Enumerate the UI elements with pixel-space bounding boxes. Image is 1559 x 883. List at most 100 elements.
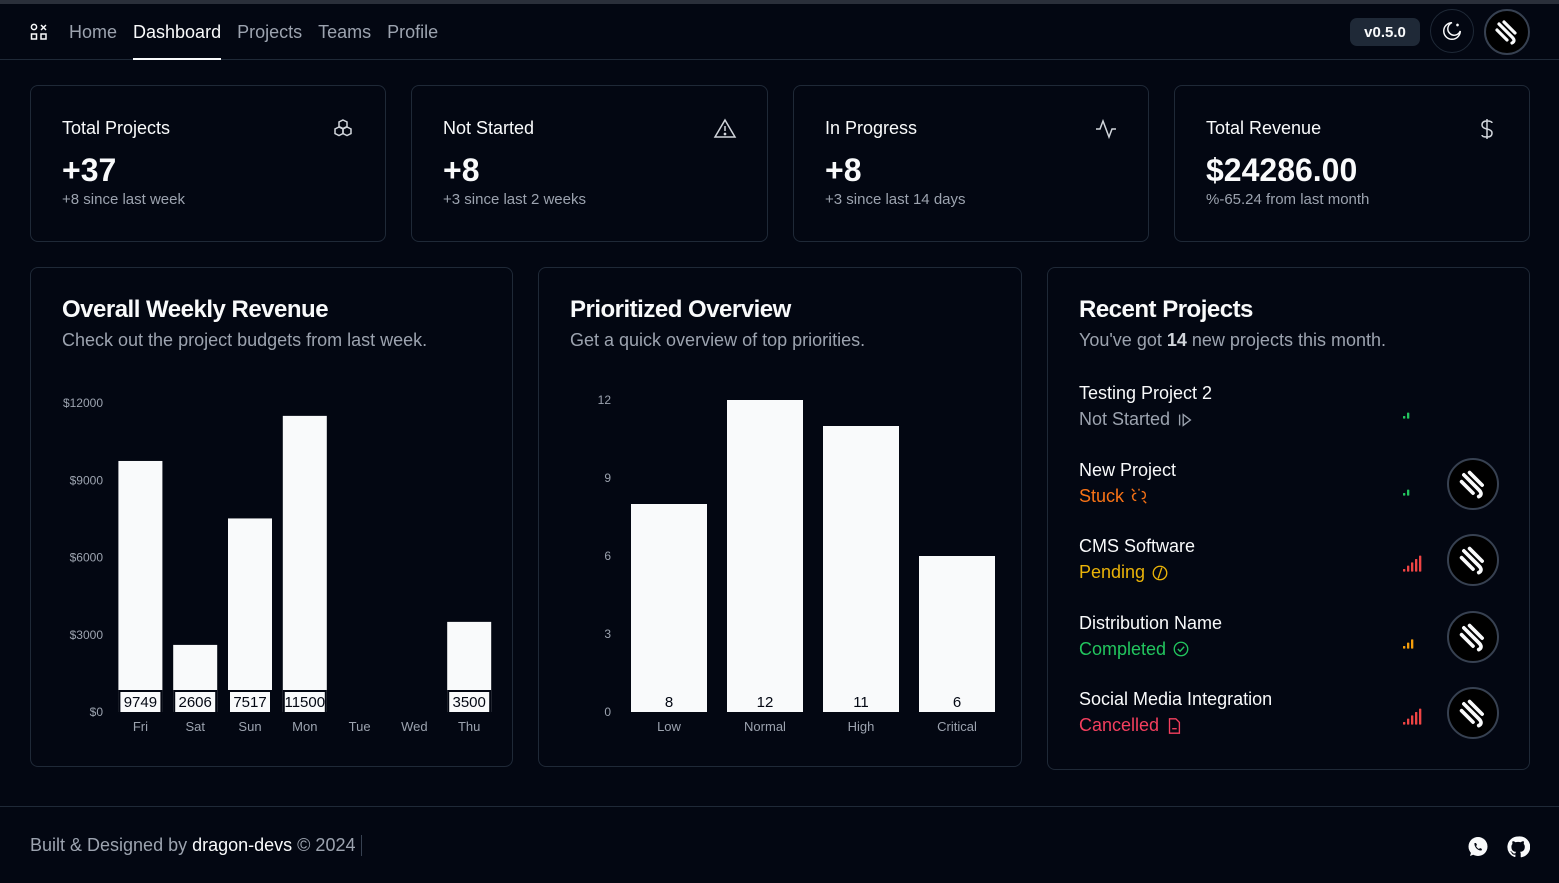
signal-bar	[1407, 412, 1410, 419]
github-icon[interactable]	[1506, 835, 1530, 859]
author-link[interactable]: dragon-devs	[192, 835, 292, 855]
footer-prefix: Built & Designed by	[30, 835, 193, 855]
nav-teams[interactable]: Teams	[318, 4, 371, 60]
stat-subtext: +3 since last 2 weeks	[443, 191, 586, 208]
signal-bar	[1407, 489, 1410, 496]
signal-bar	[1415, 559, 1418, 572]
brand-logo-icon	[1459, 470, 1484, 498]
signal-bar	[1411, 638, 1414, 649]
project-name: Testing Project 2	[1079, 383, 1213, 403]
stat-subtext: %-65.24 from last month	[1206, 191, 1370, 208]
assignee-avatar[interactable]	[1447, 687, 1499, 739]
file-x-icon	[1168, 717, 1181, 734]
y-tick-label: 12	[598, 393, 612, 407]
priority-signal-icon	[1403, 412, 1410, 419]
whatsapp-icon[interactable]	[1466, 835, 1490, 859]
bar[interactable]	[282, 415, 327, 712]
stat-card-total-projects: Total Projects +37 +8 since last week	[30, 85, 386, 242]
recent-project-item[interactable]: CMS Software Pending	[1079, 534, 1499, 596]
user-avatar[interactable]	[1484, 9, 1530, 55]
project-status: Stuck	[1079, 486, 1148, 507]
recent-project-item[interactable]: Distribution Name Completed	[1079, 610, 1499, 673]
nav-dashboard[interactable]: Dashboard	[133, 4, 222, 60]
subtitle-text: You've got	[1079, 330, 1167, 350]
bar[interactable]	[919, 556, 995, 712]
status-label: Not Started	[1079, 409, 1171, 429]
project-name: Social Media Integration	[1079, 689, 1273, 709]
brand-logo-icon	[1459, 546, 1484, 575]
x-tick-label: Low	[657, 719, 681, 734]
bar[interactable]	[118, 460, 163, 712]
stat-subtext: +3 since last 14 days	[825, 191, 966, 208]
bar[interactable]	[631, 504, 707, 712]
priority-signal-icon	[1403, 638, 1414, 649]
y-tick-label: 0	[604, 705, 611, 719]
x-tick-label: Thu	[458, 719, 480, 734]
recent-projects-card: Recent Projects You've got 14 new projec…	[1047, 267, 1530, 770]
recent-project-item[interactable]: Testing Project 2 Not Started	[1079, 383, 1499, 443]
subtitle-text: new projects this month.	[1186, 330, 1386, 350]
bar[interactable]	[727, 400, 803, 712]
assignee-avatar[interactable]	[1447, 457, 1499, 510]
weekly-revenue-chart: $0 $3000 $6000 $9000 $12000 9749 Fri 2606 Sat 751…	[63, 396, 492, 734]
recent-project-item[interactable]: New Project Stuck	[1079, 457, 1499, 520]
data-label: 11500	[284, 694, 325, 711]
y-tick-label: 6	[604, 549, 611, 563]
brand-logo-icon	[1459, 699, 1484, 728]
priority-chart: 0 3 6 9 12 8 Low 12 Normal 11 High 6 Critical	[598, 393, 995, 734]
y-tick-label: $12000	[63, 396, 103, 410]
priority-signal-icon	[1403, 708, 1422, 725]
signal-bar	[1419, 555, 1422, 572]
stat-card-not-started: Not Started +8 +3 since last 2 weeks	[411, 85, 768, 242]
theme-toggle-button[interactable]	[1430, 9, 1474, 53]
recent-project-item[interactable]: Social Media Integration Cancelled	[1079, 687, 1499, 749]
nav-projects[interactable]: Projects	[237, 4, 302, 60]
data-label: 3500	[453, 694, 486, 711]
y-tick-label: $3000	[70, 628, 104, 642]
stat-subtext: +8 since last week	[62, 191, 185, 208]
assignee-avatar[interactable]	[1447, 610, 1499, 663]
stat-card-in-progress: In Progress +8 +3 since last 14 days	[793, 85, 1149, 242]
nav-profile[interactable]: Profile	[387, 4, 438, 60]
signal-bar	[1415, 712, 1418, 725]
project-status: Completed	[1079, 639, 1190, 660]
y-tick-label: $6000	[70, 551, 104, 565]
assignee-avatar[interactable]	[1447, 534, 1499, 586]
project-name: CMS Software	[1079, 536, 1196, 556]
app-logo-icon[interactable]	[30, 23, 48, 41]
stat-value: +8	[443, 152, 480, 188]
nav-home[interactable]: Home	[69, 4, 117, 60]
data-label: 11	[853, 694, 869, 711]
stat-title: In Progress	[825, 118, 918, 138]
bar[interactable]	[228, 518, 272, 712]
bar[interactable]	[823, 426, 899, 712]
y-tick-label: 3	[604, 627, 611, 641]
dollar-icon	[1481, 119, 1493, 139]
signal-bar	[1411, 562, 1414, 572]
footer-credit: Built & Designed by dragon-devs © 2024	[30, 835, 363, 856]
brand-logo-icon	[1495, 20, 1517, 45]
stat-title: Total Projects	[62, 118, 171, 138]
x-tick-label: Wed	[401, 719, 428, 734]
x-tick-label: Sat	[185, 719, 205, 734]
footer-suffix: © 2024	[292, 835, 356, 855]
status-label: Pending	[1079, 562, 1146, 582]
stat-value: $24286.00	[1206, 152, 1358, 188]
signal-bar	[1403, 645, 1406, 649]
stat-title: Total Revenue	[1206, 118, 1322, 138]
y-tick-label: $9000	[70, 473, 104, 487]
x-tick-label: Mon	[292, 719, 317, 734]
signal-bar	[1403, 416, 1406, 419]
project-status: Cancelled	[1079, 715, 1183, 736]
activity-icon	[1096, 118, 1116, 140]
y-tick-label: 9	[604, 471, 611, 485]
project-name: Distribution Name	[1079, 612, 1223, 633]
data-label: 9749	[124, 694, 157, 711]
pending-icon	[1152, 565, 1168, 580]
project-name: New Project	[1079, 459, 1177, 480]
status-label: Completed	[1079, 638, 1167, 659]
priority-signal-icon	[1403, 555, 1422, 572]
signal-bar	[1403, 492, 1406, 496]
data-label: 7517	[233, 694, 266, 711]
data-label: 8	[665, 694, 673, 711]
